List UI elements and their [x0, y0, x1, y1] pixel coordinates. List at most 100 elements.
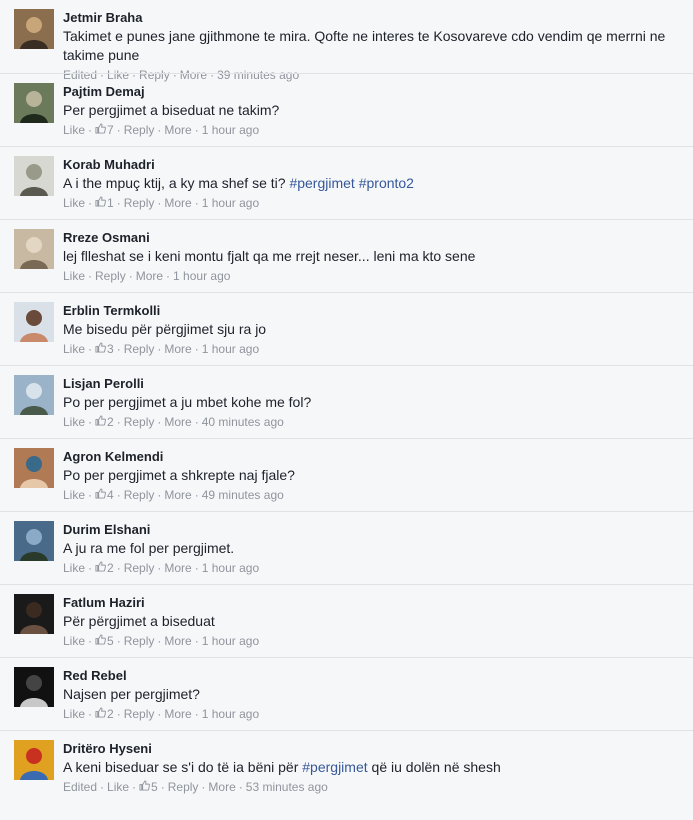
commenter-name[interactable]: Korab Muhadri — [63, 157, 681, 173]
like-link[interactable]: Like — [63, 707, 85, 721]
more-link[interactable]: More — [136, 269, 163, 283]
timestamp[interactable]: 1 hour ago — [202, 342, 259, 356]
reply-link[interactable]: Reply — [124, 196, 155, 210]
commenter-name[interactable]: Pajtim Demaj — [63, 84, 681, 100]
timestamp[interactable]: 1 hour ago — [202, 707, 259, 721]
separator-dot: · — [160, 780, 165, 794]
comment-body: Durim Elshani A ju ra me fol per pergjime… — [63, 522, 681, 576]
commenter-name[interactable]: Dritëro Hyseni — [63, 741, 681, 757]
like-count-value: 2 — [107, 707, 114, 721]
hashtag-link[interactable]: #pronto2 — [359, 175, 414, 191]
separator-dot: · — [157, 196, 162, 210]
more-link[interactable]: More — [164, 488, 191, 502]
reply-link[interactable]: Reply — [124, 342, 155, 356]
thumbs-up-icon — [95, 195, 107, 211]
edited-link[interactable]: Edited — [63, 780, 97, 794]
timestamp[interactable]: 1 hour ago — [202, 561, 259, 575]
commenter-name[interactable]: Fatlum Haziri — [63, 595, 681, 611]
like-count[interactable]: 3 — [95, 341, 114, 357]
commenter-name[interactable]: Red Rebel — [63, 668, 681, 684]
avatar[interactable] — [14, 229, 54, 269]
avatar[interactable] — [14, 594, 54, 634]
comment-list: Jetmir Braha Takimet e punes jane gjithmo… — [0, 0, 693, 820]
comment-text: A ju ra me fol per pergjimet. — [63, 540, 235, 556]
like-link[interactable]: Like — [63, 269, 85, 283]
reply-link[interactable]: Reply — [124, 488, 155, 502]
like-link[interactable]: Like — [63, 415, 85, 429]
reply-link[interactable]: Reply — [124, 415, 155, 429]
reply-link[interactable]: Reply — [95, 269, 126, 283]
reply-link[interactable]: Reply — [168, 780, 199, 794]
comment-text: A i the mpuç ktij, a ky ma shef se ti? #… — [63, 174, 681, 193]
like-count[interactable]: 5 — [139, 779, 158, 795]
timestamp[interactable]: 1 hour ago — [202, 123, 259, 137]
like-count[interactable]: 2 — [95, 414, 114, 430]
hashtag-link[interactable]: #pergjimet — [302, 759, 367, 775]
like-count[interactable]: 7 — [95, 122, 114, 138]
separator-dot: · — [157, 634, 162, 648]
comment-item: Korab Muhadri A i the mpuç ktij, a ky ma … — [0, 146, 693, 219]
comment-item: Lisjan Perolli Po per pergjimet a ju mbet… — [0, 365, 693, 438]
avatar[interactable] — [14, 375, 54, 415]
avatar[interactable] — [14, 302, 54, 342]
like-count[interactable]: 1 — [95, 195, 114, 211]
more-link[interactable]: More — [164, 196, 191, 210]
reply-link[interactable]: Reply — [124, 634, 155, 648]
like-count[interactable]: 4 — [95, 487, 114, 503]
separator-dot: · — [88, 634, 93, 648]
timestamp[interactable]: 40 minutes ago — [202, 415, 284, 429]
separator-dot: · — [194, 707, 199, 721]
like-count[interactable]: 2 — [95, 560, 114, 576]
timestamp[interactable]: 1 hour ago — [173, 269, 230, 283]
like-link[interactable]: Like — [107, 780, 129, 794]
avatar[interactable] — [14, 740, 54, 780]
commenter-name[interactable]: Agron Kelmendi — [63, 449, 681, 465]
more-link[interactable]: More — [208, 780, 235, 794]
comment-body: Dritëro Hyseni A keni biseduar se s'i do … — [63, 741, 681, 795]
commenter-name[interactable]: Erblin Termkolli — [63, 303, 681, 319]
more-link[interactable]: More — [164, 707, 191, 721]
like-link[interactable]: Like — [63, 342, 85, 356]
like-count[interactable]: 5 — [95, 633, 114, 649]
timestamp[interactable]: 1 hour ago — [202, 634, 259, 648]
avatar[interactable] — [14, 521, 54, 561]
timestamp[interactable]: 1 hour ago — [202, 196, 259, 210]
like-link[interactable]: Like — [63, 123, 85, 137]
like-count-value: 1 — [107, 196, 114, 210]
avatar[interactable] — [14, 156, 54, 196]
like-link[interactable]: Like — [63, 561, 85, 575]
reply-link[interactable]: Reply — [124, 707, 155, 721]
separator-dot: · — [128, 269, 133, 283]
avatar[interactable] — [14, 83, 54, 123]
separator-dot: · — [88, 269, 93, 283]
comment-body: Rreze Osmani lej flleshat se i keni montu… — [63, 230, 681, 284]
more-link[interactable]: More — [164, 342, 191, 356]
more-link[interactable]: More — [164, 561, 191, 575]
hashtag-link[interactable]: #pergjimet — [289, 175, 354, 191]
reply-link[interactable]: Reply — [124, 561, 155, 575]
comment-text: Për përgjimet a biseduat — [63, 613, 215, 629]
avatar[interactable] — [14, 667, 54, 707]
separator-dot: · — [116, 707, 121, 721]
comment-actions: Edited · Like · 5 · Reply · More · 53 minutes ago — [63, 779, 681, 795]
separator-dot: · — [194, 123, 199, 137]
timestamp[interactable]: 53 minutes ago — [246, 780, 328, 794]
like-count[interactable]: 2 — [95, 706, 114, 722]
comment-body: Agron Kelmendi Po per pergjimet a shkrept… — [63, 449, 681, 503]
more-link[interactable]: More — [164, 415, 191, 429]
commenter-name[interactable]: Jetmir Braha — [63, 10, 681, 26]
avatar[interactable] — [14, 448, 54, 488]
like-link[interactable]: Like — [63, 634, 85, 648]
more-link[interactable]: More — [164, 123, 191, 137]
more-link[interactable]: More — [164, 634, 191, 648]
commenter-name[interactable]: Lisjan Perolli — [63, 376, 681, 392]
reply-link[interactable]: Reply — [124, 123, 155, 137]
separator-dot: · — [157, 707, 162, 721]
commenter-name[interactable]: Rreze Osmani — [63, 230, 681, 246]
timestamp[interactable]: 49 minutes ago — [202, 488, 284, 502]
like-link[interactable]: Like — [63, 488, 85, 502]
commenter-name[interactable]: Durim Elshani — [63, 522, 681, 538]
avatar[interactable] — [14, 9, 54, 49]
like-link[interactable]: Like — [63, 196, 85, 210]
separator-dot: · — [88, 707, 93, 721]
